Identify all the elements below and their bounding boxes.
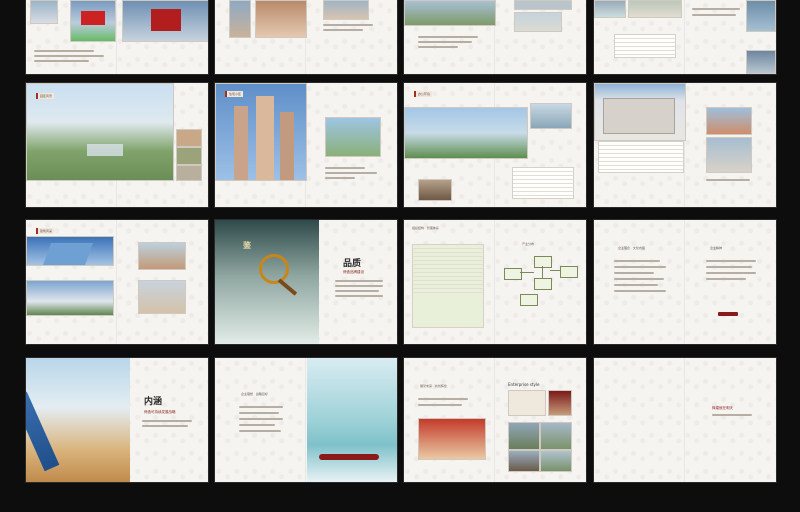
- photo-thumb-1: [176, 129, 202, 147]
- photo-side-2: [706, 137, 752, 173]
- emblem-title: 鉴: [243, 240, 251, 250]
- spread-subtitle: 缔造品牌建设: [343, 270, 364, 274]
- photo-side-1: [706, 107, 752, 135]
- spread-8[interactable]: 办公楼: [594, 83, 776, 207]
- brochure-spreads-grid: 园区风景 住宅小区 办公环境 办公楼: [0, 0, 800, 512]
- spread-13[interactable]: 内涵 缔造可持续发展战略: [26, 358, 208, 482]
- spread-12[interactable]: 企业理念 · 文化内涵 企业精神: [594, 220, 776, 344]
- spread-10[interactable]: 鉴 品质 缔造品牌建设: [215, 220, 397, 344]
- flow-node: [534, 256, 552, 268]
- spread-16[interactable]: 辉煌就在明天: [594, 358, 776, 482]
- photo-tower-1: [229, 0, 251, 38]
- photo-campus: [404, 0, 496, 26]
- closing-note: 辉煌就在明天: [712, 406, 733, 410]
- photo-desert: [26, 358, 130, 482]
- spread-title: 品质: [343, 259, 362, 269]
- spread-7[interactable]: 办公环境: [404, 83, 586, 207]
- spread-1[interactable]: [26, 0, 208, 74]
- photo-conference: [418, 418, 486, 460]
- photo-blocks: [628, 0, 682, 18]
- photo-gate: [70, 0, 116, 42]
- stamp-mark: [718, 312, 738, 316]
- table-offices-2: [598, 141, 684, 173]
- photo-team-4: [540, 450, 572, 472]
- left-heading: 企业理想 · 战略目标: [241, 392, 268, 396]
- photo-glass-building: [26, 236, 114, 266]
- spread-5[interactable]: 园区风景: [26, 83, 208, 207]
- photo-complex: [404, 107, 528, 159]
- flow-node: [534, 278, 552, 290]
- photo-lab: [138, 280, 186, 314]
- photo-building: [30, 0, 58, 24]
- table-offices: [512, 167, 574, 199]
- spread-14[interactable]: 企业理想 · 战略目标: [215, 358, 397, 482]
- photo-emblem-bg: [215, 220, 319, 344]
- org-table: [412, 244, 484, 328]
- photo-team-3: [508, 450, 540, 472]
- spread-3[interactable]: [404, 0, 586, 74]
- spread-15[interactable]: 展望未来 · 共创辉煌 Enterprise style: [404, 358, 586, 482]
- photo-strip: [514, 0, 572, 10]
- left-heading: 组织结构 · 管理体系: [412, 226, 439, 230]
- right-heading: 企业精神: [710, 246, 723, 250]
- photo-team-1: [508, 422, 540, 450]
- flow-node: [504, 268, 522, 280]
- spread-2[interactable]: [215, 0, 397, 74]
- photo-gate-wide: [122, 0, 208, 42]
- spread-title: 内涵: [144, 397, 163, 407]
- photo-lobby: [530, 103, 572, 129]
- photo-dragon-boat: [307, 358, 397, 482]
- spread-11[interactable]: 组织结构 · 管理体系 产业分布: [404, 220, 586, 344]
- right-heading: Enterprise style: [508, 382, 540, 387]
- photo-hall: [138, 242, 186, 270]
- photo-entry: [418, 179, 452, 201]
- section-header: 办公环境: [414, 91, 433, 97]
- section-header: 园区风景: [36, 93, 55, 99]
- spread-6[interactable]: 住宅小区: [215, 83, 397, 207]
- photo-thumb-2: [176, 147, 202, 165]
- photo-certificate: [508, 390, 546, 416]
- flow-node: [560, 266, 578, 278]
- photo-hq: [594, 83, 686, 141]
- table-data: [614, 34, 676, 58]
- spread-subtitle: 缔造可持续发展战略: [144, 410, 176, 414]
- photo-tall: [746, 0, 776, 32]
- spread-4[interactable]: [594, 0, 776, 74]
- photo-award: [548, 390, 572, 416]
- photo-team-2: [540, 422, 572, 450]
- photo-villa: [325, 117, 381, 157]
- photo-airport: [26, 280, 114, 316]
- section-header: 建筑风采: [36, 228, 55, 234]
- spread-9[interactable]: 建筑风采: [26, 220, 208, 344]
- section-header: 住宅小区: [225, 91, 244, 97]
- right-heading: 产业分布: [522, 242, 535, 246]
- photo-tower-2: [255, 0, 307, 38]
- photo-corner: [594, 0, 626, 18]
- left-heading: 企业理念 · 文化内涵: [618, 246, 645, 250]
- left-heading: 展望未来 · 共创辉煌: [420, 384, 447, 388]
- photo-highrise: [215, 83, 307, 181]
- photo-block: [323, 0, 369, 20]
- photo-thumb-3: [176, 165, 202, 181]
- photo-tall-2: [746, 50, 776, 74]
- photo-office: [514, 12, 562, 32]
- flow-node: [520, 294, 538, 306]
